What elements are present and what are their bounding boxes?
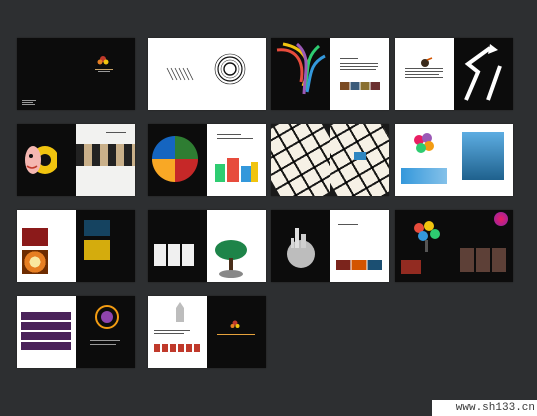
balloons-left-page — [395, 210, 454, 282]
buildings-page — [207, 124, 266, 196]
tree-left-page — [148, 210, 207, 282]
advert-left-page — [395, 124, 454, 196]
spread-cover — [17, 38, 135, 110]
road-sign-icon — [419, 52, 433, 67]
circle-swirl-icon — [213, 52, 247, 86]
contact-right-page — [207, 296, 266, 368]
balloon-tree-icon — [409, 218, 443, 254]
road-arrow-page — [454, 38, 513, 110]
swirl-page — [207, 38, 266, 110]
ribbons-text-page — [330, 38, 389, 110]
tree-illustration — [211, 236, 251, 280]
stage-photo-blue — [84, 220, 110, 236]
sun-photo — [22, 250, 48, 274]
thumbnail-photos — [340, 82, 380, 90]
city-text-page — [330, 210, 389, 282]
logo-grid-right — [330, 124, 389, 196]
spread-road-arrow — [395, 38, 513, 110]
road-text-page — [395, 38, 454, 110]
city-globe-page — [271, 210, 330, 282]
bouquet-advert — [411, 132, 437, 156]
film-reel-page — [76, 124, 135, 196]
spread-film-reel — [17, 124, 135, 196]
spread-contact — [148, 296, 266, 368]
spread-ribbons — [271, 38, 389, 110]
stage-left-page — [17, 210, 76, 282]
featured-logo-icon — [354, 152, 366, 160]
logo-grid-left — [271, 124, 330, 196]
spread-event-logo — [17, 296, 135, 368]
contact-thumbnails — [154, 344, 200, 352]
watermark: www.sh133.cn — [432, 400, 537, 416]
poster-advert — [462, 132, 504, 180]
spread-tree — [148, 210, 266, 282]
balloons-right-page — [454, 210, 513, 282]
logo-flower-icon — [96, 53, 110, 67]
spread-photo-circle — [148, 124, 266, 196]
stage-photo-red — [22, 228, 48, 246]
logo-tiles-right — [330, 124, 389, 196]
spread-stage — [17, 210, 135, 282]
color-ribbons-icon — [275, 42, 327, 102]
contact-logo-icon — [229, 316, 241, 328]
billboard-advert — [401, 168, 447, 184]
event-left-page — [17, 296, 76, 368]
photo-circle — [152, 136, 198, 182]
stage-photo-gold — [84, 240, 110, 260]
buildings-illustration — [213, 154, 259, 182]
character-page — [17, 124, 76, 196]
advert-right-page — [454, 124, 513, 196]
spread-logo-grid — [271, 124, 389, 196]
event-logo-icon — [94, 304, 120, 330]
spread-adverts — [395, 124, 513, 196]
film-reel-strip — [76, 144, 135, 166]
photo-circle-page — [148, 124, 207, 196]
event-photos — [21, 310, 71, 350]
stage-right-page — [76, 210, 135, 282]
spread-balloons — [395, 210, 513, 282]
character-face-icon — [23, 138, 59, 182]
balloon-photo — [401, 260, 421, 274]
tree-right-page — [207, 210, 266, 282]
spread-film-swirl — [148, 38, 266, 110]
balloon-logo-icon — [494, 212, 508, 226]
film-strip-page — [148, 38, 207, 110]
thumbnail-grid — [154, 244, 194, 266]
city-photo-strip — [336, 260, 382, 270]
contact-left-page — [148, 296, 207, 368]
ribbons-page — [271, 38, 330, 110]
event-photo-grid — [460, 248, 508, 272]
spread-city-globe — [271, 210, 389, 282]
event-right-page — [76, 296, 135, 368]
film-strip-icon — [166, 66, 196, 82]
cover-front-page — [76, 38, 135, 110]
hand-icon — [170, 298, 190, 322]
city-globe-icon — [281, 222, 321, 272]
logo-tiles-left — [271, 124, 330, 196]
road-arrow-icon — [460, 42, 508, 102]
cover-back-page — [17, 38, 76, 110]
brochure-gallery: www.sh133.cn — [0, 0, 537, 416]
